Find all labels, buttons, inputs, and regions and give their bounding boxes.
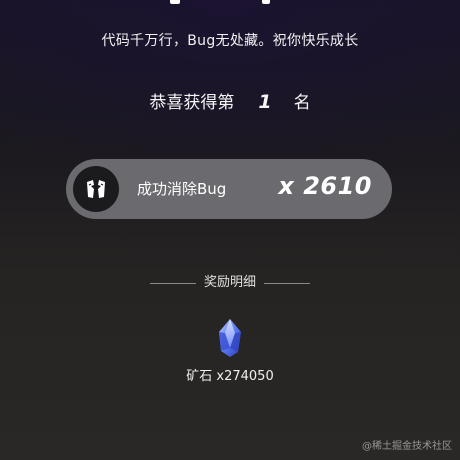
divider-line bbox=[264, 283, 310, 284]
top-decoration-fragment bbox=[262, 0, 270, 4]
rank-number: 1 bbox=[258, 91, 272, 113]
reward-section-header: 奖励明细 bbox=[150, 273, 310, 293]
reward-item: 矿石 x274050 bbox=[180, 316, 280, 386]
rank-suffix: 名 bbox=[293, 93, 311, 113]
achievement-card: 成功消除Bug x 2610 bbox=[66, 159, 392, 219]
watermark: @稀土掘金技术社区 bbox=[362, 441, 452, 452]
bug-crush-icon bbox=[73, 166, 119, 212]
reward-item-label: 矿石 x274050 bbox=[186, 369, 274, 384]
rank-line: 恭喜获得第 1 名 bbox=[0, 88, 460, 113]
rank-prefix: 恭喜获得第 bbox=[149, 93, 235, 113]
top-decoration-fragment bbox=[170, 0, 180, 4]
achievement-count: x 2610 bbox=[278, 172, 372, 200]
slogan-text: 代码千万行，Bug无处藏。祝你快乐成长 bbox=[101, 33, 359, 49]
achievement-label: 成功消除Bug bbox=[137, 180, 227, 198]
ore-crystal-icon bbox=[217, 318, 243, 362]
